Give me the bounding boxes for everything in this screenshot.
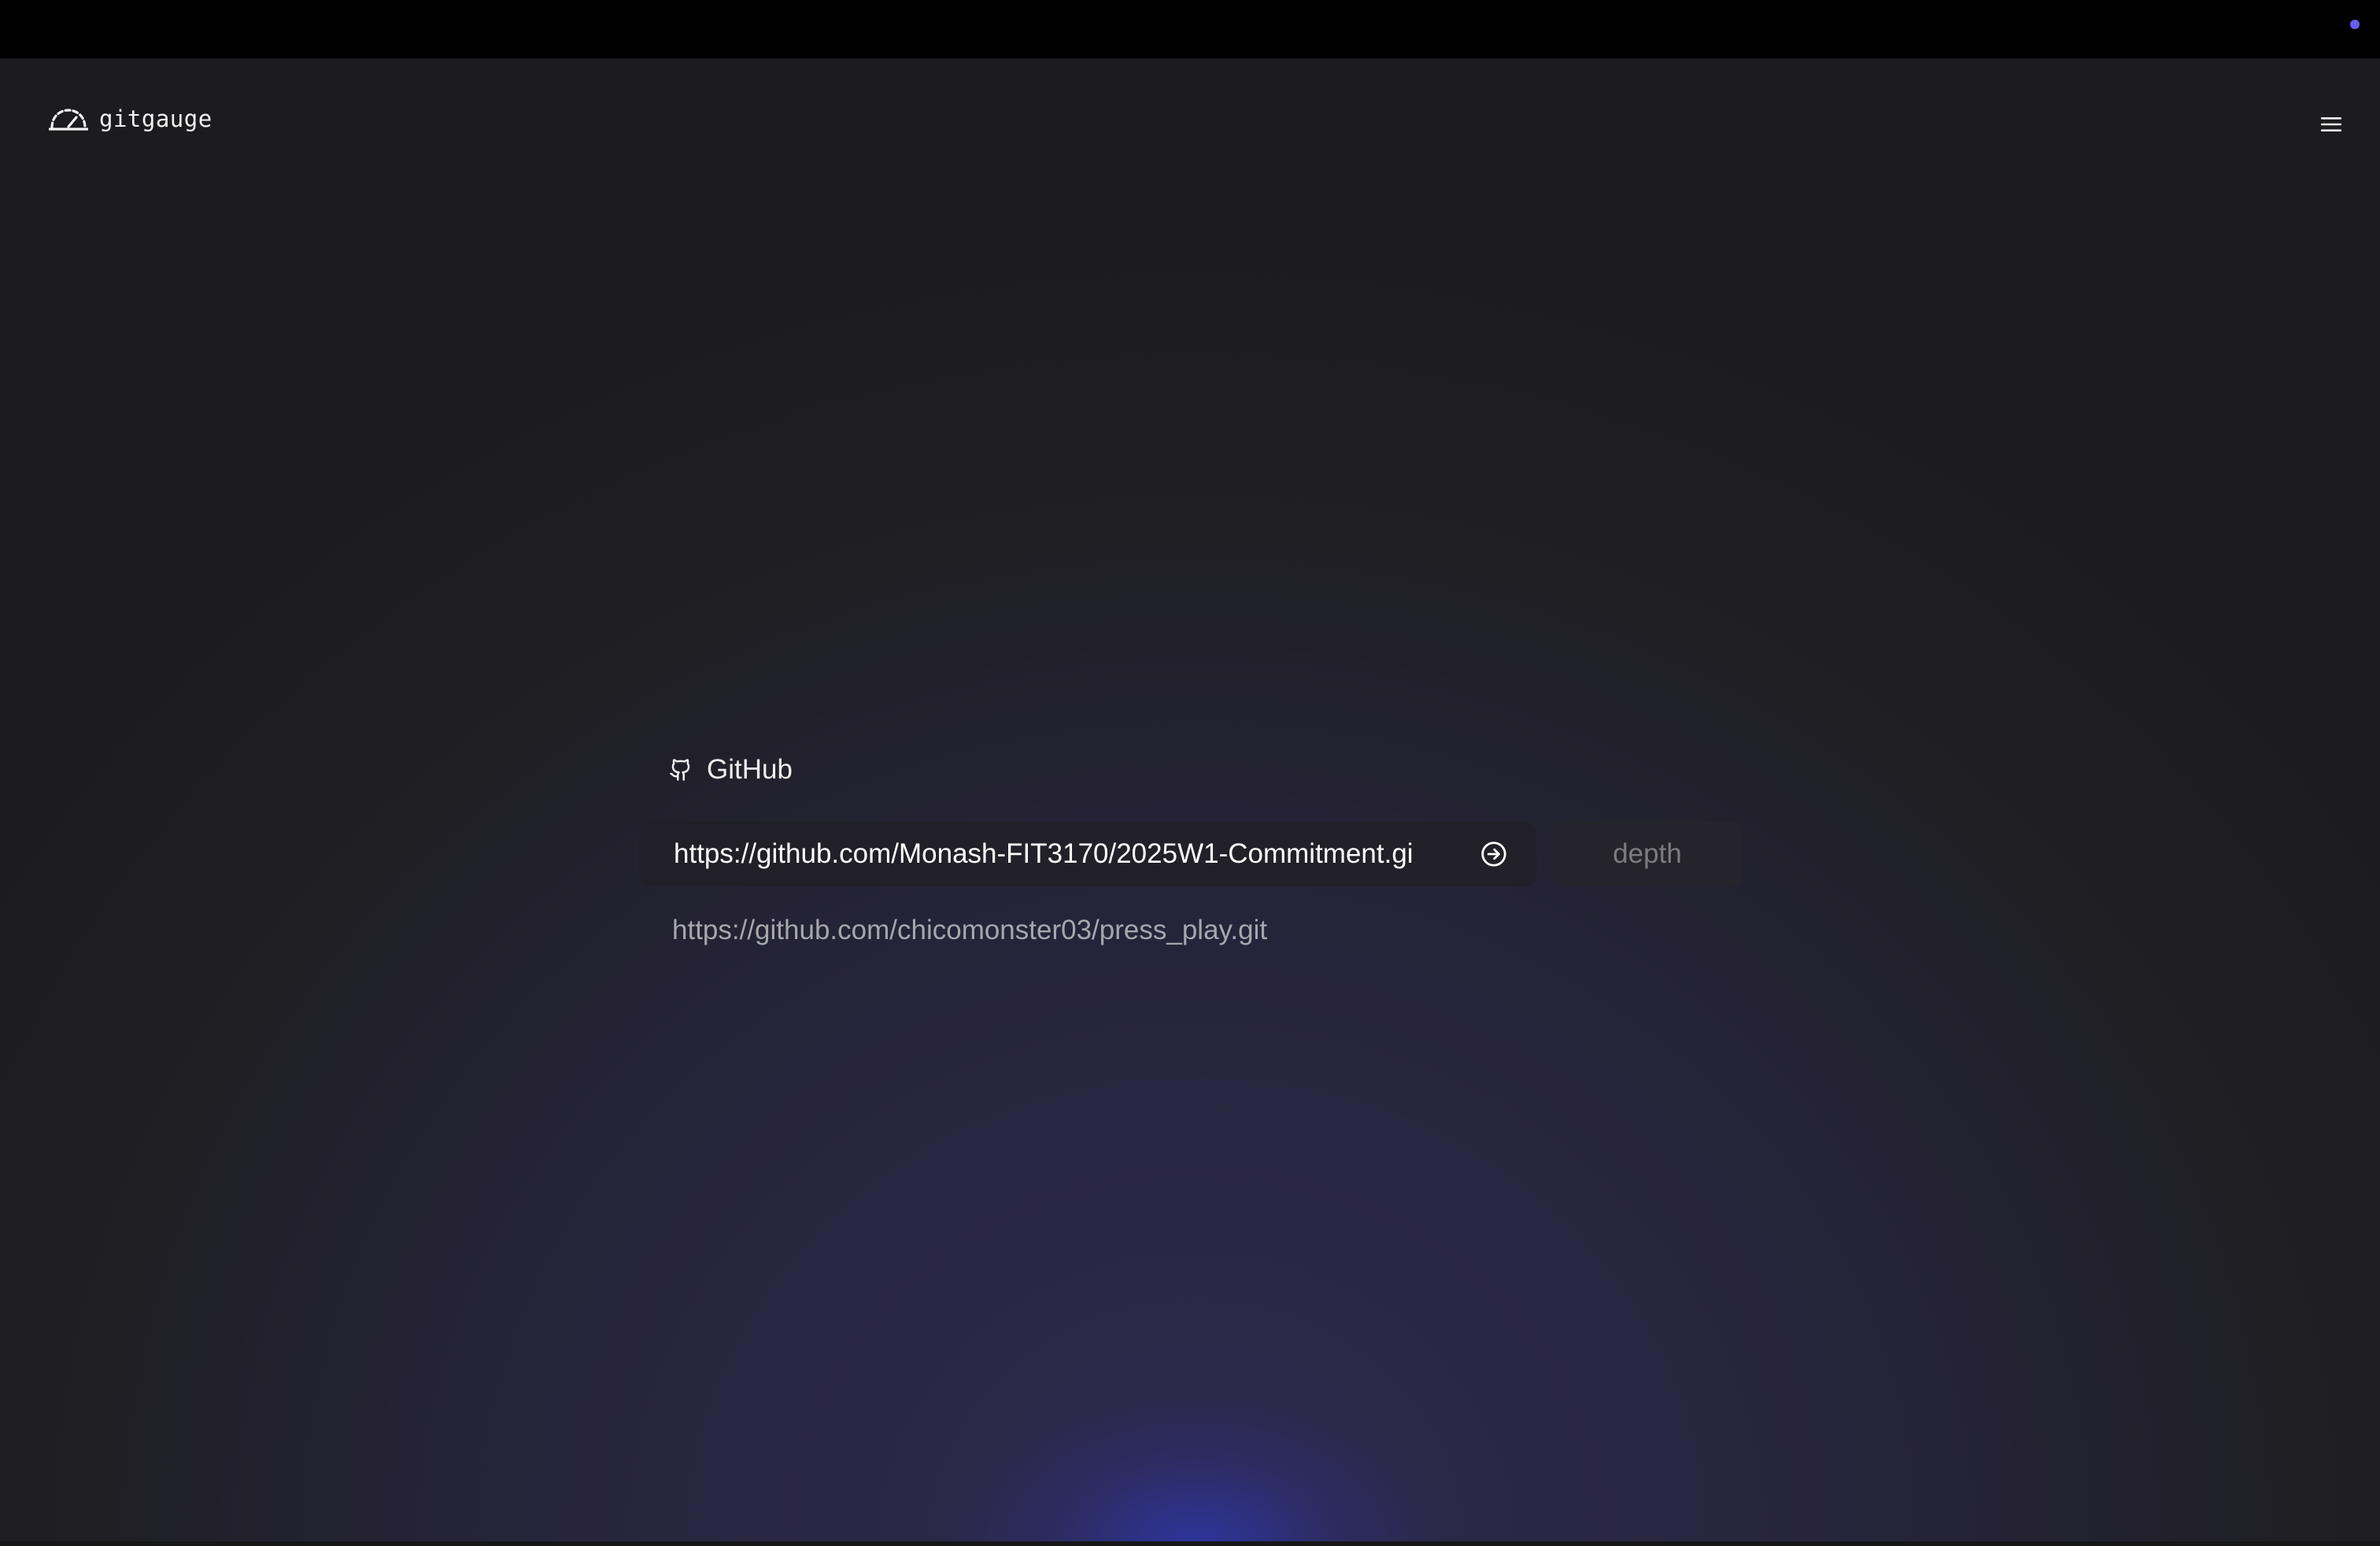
provider-label: GitHub (707, 754, 793, 785)
depth-field (1552, 822, 1743, 886)
repo-url-input[interactable] (674, 838, 1414, 870)
provider-selector[interactable]: GitHub (669, 754, 793, 786)
repo-url-field (639, 822, 1536, 886)
brand-name: gitgauge (99, 105, 213, 132)
gauge-logo-icon (49, 109, 88, 131)
arrow-circle-right-icon[interactable] (1480, 840, 1508, 868)
bottom-edge (0, 1541, 2380, 1546)
github-icon (670, 759, 690, 781)
depth-input[interactable] (1569, 838, 1726, 870)
repo-suggestion[interactable]: https://github.com/chicomonster03/press_… (672, 915, 1267, 946)
brand-logo[interactable]: gitgauge (49, 105, 213, 132)
page-background (0, 58, 2380, 1541)
hamburger-menu-icon (2321, 117, 2341, 131)
menu-button[interactable] (2317, 110, 2345, 139)
status-indicator-dot (2350, 20, 2360, 29)
window-titlebar (0, 0, 2380, 58)
